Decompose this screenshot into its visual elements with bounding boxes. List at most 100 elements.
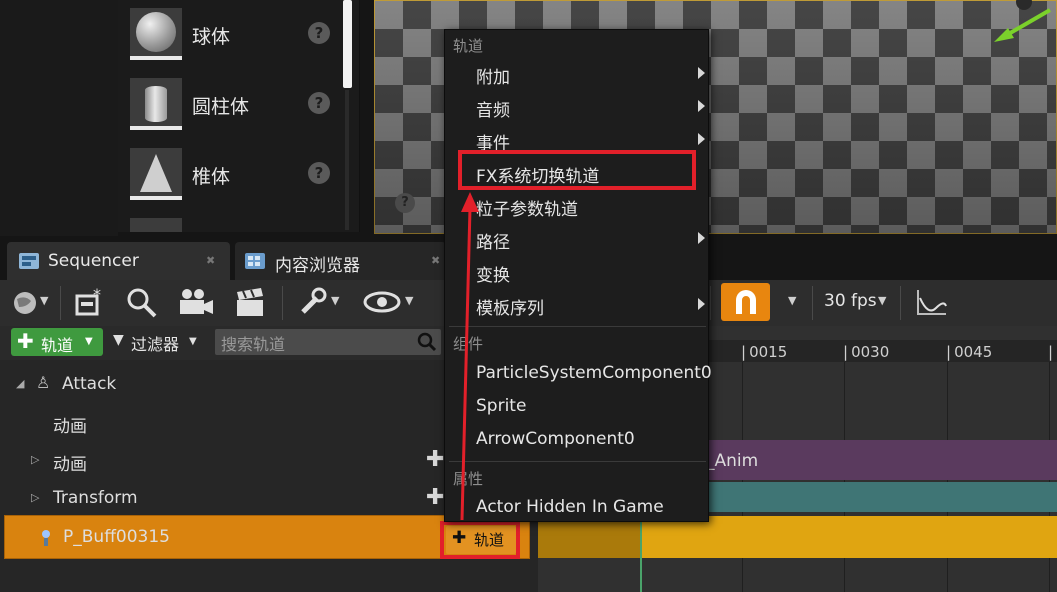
- add-track-label: 轨道: [474, 531, 505, 549]
- save-sequence-icon[interactable]: *: [72, 285, 108, 320]
- eye-icon[interactable]: [362, 286, 402, 320]
- tick-label: |: [1048, 343, 1054, 361]
- collapse-icon[interactable]: ◢: [16, 377, 24, 390]
- chevron-down-icon[interactable]: ▼: [788, 294, 796, 307]
- search-input[interactable]: 搜索轨道: [215, 329, 441, 355]
- fps-label[interactable]: 30 fps: [824, 291, 877, 311]
- menu-separator: [449, 326, 706, 327]
- snap-toggle-button[interactable]: [721, 283, 770, 321]
- track-label: Attack: [62, 374, 117, 394]
- toolbar-separator: [812, 286, 813, 320]
- place-item-cone[interactable]: 椎体 ?: [130, 148, 358, 204]
- section-label: _Anim: [706, 451, 759, 471]
- curve-editor-icon[interactable]: [914, 286, 950, 320]
- menu-section-tracks: 轨道: [453, 37, 484, 55]
- tab-label: 内容浏览器: [275, 256, 360, 276]
- wrench-icon[interactable]: [296, 286, 328, 320]
- place-item-sphere[interactable]: 球体 ?: [130, 8, 358, 64]
- menu-separator: [449, 461, 706, 462]
- tab-sequencer[interactable]: Sequencer ✖: [7, 242, 230, 280]
- place-item-label: 椎体: [192, 166, 231, 188]
- character-icon: ♙: [36, 373, 51, 392]
- menu-item-particle-param-track[interactable]: 粒子参数轨道: [476, 195, 578, 220]
- search-icon: [417, 332, 437, 352]
- filter-button[interactable]: ▼ 过滤器 ▼: [113, 330, 208, 354]
- particle-icon: [42, 530, 50, 546]
- chevron-down-icon: ▼: [85, 336, 93, 347]
- menu-item-audio[interactable]: 音频: [476, 96, 510, 121]
- place-item-cylinder[interactable]: 圆柱体 ?: [130, 78, 358, 134]
- track-label: Transform: [53, 488, 138, 508]
- place-item-label: 圆柱体: [192, 96, 250, 118]
- tick-label: | 0015: [741, 343, 788, 361]
- toolbar-separator: [900, 286, 901, 320]
- tick-label: | 0030: [843, 343, 890, 361]
- playhead[interactable]: [640, 514, 642, 592]
- add-track-button[interactable]: ✚ 轨道 ▼: [11, 328, 103, 356]
- place-item-partial: [130, 218, 182, 232]
- cylinder-icon: [130, 78, 182, 130]
- chevron-down-icon[interactable]: ▼: [878, 294, 886, 307]
- track-label: 动画: [53, 417, 87, 437]
- filter-label: 过滤器: [131, 335, 180, 354]
- toolbar-separator: [60, 286, 61, 320]
- tick-label: | 0045: [946, 343, 993, 361]
- close-icon[interactable]: ✖: [206, 254, 215, 267]
- transform-gizmo-icon: [994, 0, 1052, 42]
- plus-icon[interactable]: ✚: [426, 485, 444, 510]
- camera-icon[interactable]: [176, 286, 216, 320]
- highlight-box: [458, 150, 696, 190]
- scrollbar-thumb[interactable]: [343, 0, 352, 88]
- menu-section-components: 组件: [453, 335, 484, 353]
- help-icon[interactable]: ?: [308, 92, 330, 114]
- place-item-label: 球体: [192, 26, 231, 48]
- plus-icon[interactable]: ✚: [426, 447, 444, 472]
- menu-item-transform[interactable]: 变换: [476, 261, 510, 286]
- chevron-down-icon[interactable]: ▼: [40, 294, 48, 307]
- cone-icon: [130, 148, 182, 200]
- menu-section-properties: 属性: [453, 470, 484, 488]
- add-track-button-small[interactable]: ✚ 轨道: [446, 526, 516, 554]
- search-icon[interactable]: [124, 286, 160, 320]
- chevron-down-icon[interactable]: ▼: [405, 294, 413, 307]
- plus-icon: ✚: [17, 329, 34, 353]
- submenu-arrow-icon: [698, 133, 705, 145]
- svg-text:*: *: [93, 286, 101, 304]
- submenu-arrow-icon: [698, 100, 705, 112]
- scrollbar-track: [345, 90, 349, 230]
- toolbar-separator: [710, 286, 711, 320]
- menu-item-particle-system-component[interactable]: ParticleSystemComponent0: [476, 363, 712, 383]
- sequencer-icon: [19, 253, 39, 269]
- viewport-help-icon[interactable]: ?: [395, 193, 415, 213]
- menu-item-arrow-component[interactable]: ArrowComponent0: [476, 429, 635, 449]
- help-icon[interactable]: ?: [308, 22, 330, 44]
- tab-label: Sequencer: [48, 251, 139, 271]
- add-track-label: 轨道: [41, 336, 74, 355]
- content-browser-icon: [245, 253, 265, 269]
- toolbar-separator: [282, 286, 283, 320]
- world-icon[interactable]: [10, 286, 40, 320]
- tab-content-browser[interactable]: 内容浏览器 ✖: [235, 242, 446, 280]
- chevron-down-icon[interactable]: ▼: [331, 294, 339, 307]
- magnet-icon: [736, 290, 756, 314]
- submenu-arrow-icon: [698, 298, 705, 310]
- expand-icon[interactable]: ▷: [31, 453, 39, 466]
- clapperboard-icon[interactable]: [232, 286, 268, 320]
- close-icon[interactable]: ✖: [431, 254, 440, 267]
- add-track-context-menu: 轨道 附加 音频 事件 FX系统切换轨道 粒子参数轨道 路径 变换 模板序列 组…: [444, 29, 712, 522]
- submenu-arrow-icon: [698, 232, 705, 244]
- track-label: 动画: [53, 455, 87, 475]
- menu-item-actor-hidden-in-game[interactable]: Actor Hidden In Game: [476, 497, 664, 517]
- plus-icon: ✚: [452, 528, 467, 548]
- menu-item-path[interactable]: 路径: [476, 228, 510, 253]
- help-icon[interactable]: ?: [308, 162, 330, 184]
- filter-icon: ▼: [113, 332, 124, 348]
- menu-item-sprite[interactable]: Sprite: [476, 396, 526, 416]
- menu-item-attach[interactable]: 附加: [476, 63, 510, 88]
- track-label: P_Buff00315: [63, 527, 170, 547]
- chevron-down-icon: ▼: [189, 336, 197, 347]
- search-placeholder: 搜索轨道: [221, 335, 286, 354]
- expand-icon[interactable]: ▷: [31, 491, 39, 504]
- menu-item-template-sequence[interactable]: 模板序列: [476, 294, 544, 319]
- fx-section-pre-roll: [538, 516, 641, 558]
